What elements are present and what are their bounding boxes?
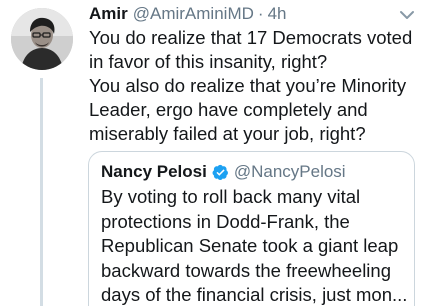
tweet-text-line: Leader, ergo have completely and [89, 99, 368, 120]
quoted-text-line: Republican Senate took a giant leap [101, 235, 399, 256]
quoted-author-handle: @NancyPelosi [233, 162, 346, 181]
quoted-author-name: Nancy Pelosi [101, 162, 207, 181]
tweet-text: You do realize that 17 Democrats voted i… [89, 26, 421, 146]
quoted-tweet-header: Nancy Pelosi @NancyPelosi [101, 161, 346, 183]
tweet-timestamp[interactable]: 4h [268, 3, 287, 25]
chevron-down-icon[interactable] [396, 6, 418, 24]
avatar[interactable] [11, 8, 73, 70]
quoted-tweet-card[interactable]: Nancy Pelosi @NancyPelosi By voting to r… [88, 151, 415, 306]
author-name[interactable]: Amir [89, 3, 128, 25]
tweet-text-line: You do realize that 17 Democrats voted [89, 27, 413, 48]
author-handle[interactable]: @AmirAminiMD [133, 3, 254, 25]
thread-line [40, 78, 43, 306]
tweet-text-line: in favor of this insanity, right? [89, 51, 328, 72]
quoted-text-line: backward towards the freewheeling [101, 259, 391, 281]
tweet-text-line: You also do realize that you’re Minority [89, 75, 407, 96]
quoted-text-line: days of the financial crisis, just mon..… [101, 284, 408, 305]
separator-dot: · [257, 4, 264, 23]
tweet-text-line: miserably failed at your job, right? [89, 123, 366, 144]
quoted-text-line: By voting to roll back many vital [101, 186, 361, 207]
tweet-header: Amir @AmirAminiMD · 4h [89, 3, 286, 25]
quoted-text-line: protections in Dodd-Frank, the [101, 210, 350, 232]
quoted-tweet-text: By voting to roll back many vital protec… [101, 185, 411, 306]
verified-badge-icon [212, 164, 229, 181]
